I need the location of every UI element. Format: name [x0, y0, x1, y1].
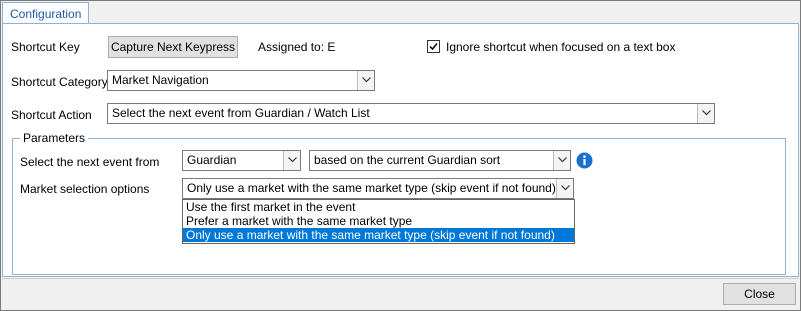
- ignore-shortcut-checkbox[interactable]: [427, 40, 440, 53]
- market-selection-combobox[interactable]: Only use a market with the same market t…: [182, 178, 574, 199]
- checkmark-icon: [429, 43, 438, 51]
- shortcut-category-value: Market Navigation: [112, 73, 209, 87]
- shortcut-action-label: Shortcut Action: [11, 108, 92, 122]
- market-selection-label: Market selection options: [20, 182, 150, 196]
- capture-next-keypress-button[interactable]: Capture Next Keypress: [108, 36, 238, 58]
- tab-configuration[interactable]: Configuration: [2, 2, 90, 24]
- shortcut-category-label: Shortcut Category: [11, 75, 108, 89]
- chevron-down-icon: [288, 157, 297, 163]
- shortcut-category-combobox[interactable]: Market Navigation: [107, 70, 375, 91]
- assigned-to-text: Assigned to: E: [258, 40, 336, 54]
- shortcut-key-label: Shortcut Key: [11, 40, 80, 54]
- close-button[interactable]: Close: [723, 283, 796, 305]
- market-selection-dropdown-button[interactable]: [556, 179, 573, 198]
- market-option-first-market[interactable]: Use the first market in the event: [183, 200, 574, 214]
- market-selection-value: Only use a market with the same market t…: [187, 181, 556, 195]
- chevron-down-icon: [558, 157, 567, 163]
- market-selection-dropdown-list: Use the first market in the event Prefer…: [182, 199, 575, 244]
- shortcut-action-dropdown-button[interactable]: [697, 104, 714, 123]
- ignore-shortcut-label: Ignore shortcut when focused on a text b…: [446, 40, 676, 54]
- event-source-value: Guardian: [187, 153, 237, 167]
- select-next-event-label: Select the next event from: [20, 155, 160, 169]
- event-source-dropdown-button[interactable]: [283, 151, 300, 170]
- footer-divider: [2, 278, 799, 279]
- event-sort-value: based on the current Guardian sort: [314, 153, 501, 167]
- configuration-window: Configuration Shortcut Key Capture Next …: [0, 0, 801, 311]
- info-icon[interactable]: [576, 152, 593, 169]
- shortcut-category-dropdown-button[interactable]: [357, 71, 374, 90]
- shortcut-action-value: Select the next event from Guardian / Wa…: [112, 106, 370, 120]
- market-option-only-same-type[interactable]: Only use a market with the same market t…: [183, 228, 574, 242]
- parameters-group-title: Parameters: [20, 131, 89, 145]
- market-option-prefer-same-type[interactable]: Prefer a market with the same market typ…: [183, 214, 574, 228]
- event-sort-dropdown-button[interactable]: [553, 151, 570, 170]
- chevron-down-icon: [362, 77, 371, 83]
- chevron-down-icon: [702, 110, 711, 116]
- chevron-down-icon: [561, 185, 570, 191]
- event-sort-combobox[interactable]: based on the current Guardian sort: [309, 150, 571, 171]
- shortcut-action-combobox[interactable]: Select the next event from Guardian / Wa…: [107, 103, 715, 124]
- event-source-combobox[interactable]: Guardian: [182, 150, 301, 171]
